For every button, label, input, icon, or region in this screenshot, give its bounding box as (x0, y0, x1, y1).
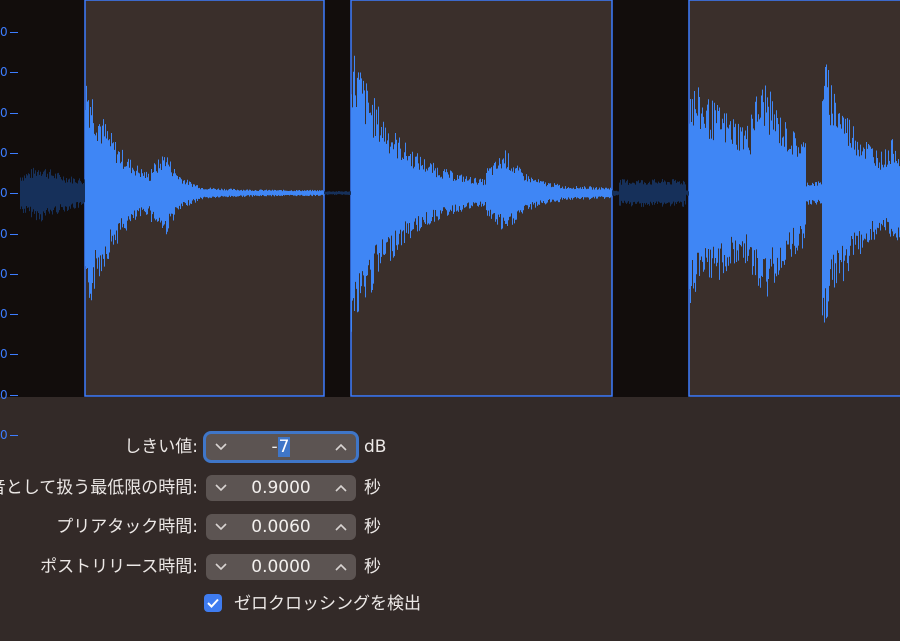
chevron-down-icon[interactable] (208, 434, 234, 460)
chevron-up-icon[interactable] (328, 514, 354, 540)
axis-tick-mark (10, 72, 18, 74)
axis-tick-mark (10, 112, 18, 114)
chevron-up-icon[interactable] (328, 475, 354, 501)
chevron-down-icon[interactable] (208, 554, 234, 580)
zero-crossing-label[interactable]: ゼロクロッシングを検出 (234, 592, 421, 616)
min-time-value[interactable]: 0.9000 (236, 475, 326, 501)
axis-tick-mark (10, 152, 18, 154)
threshold-unit: dB (364, 437, 387, 457)
axis-tick-mark (10, 233, 18, 235)
min-time-row: 音として扱う最低限の時間: 0.9000 秒 (0, 473, 900, 503)
checkmark-icon (207, 598, 219, 608)
pre-attack-label: プリアタック時間: (56, 517, 198, 537)
post-release-row: ポストリリース時間: 0.0000 秒 (0, 552, 900, 582)
pre-attack-row: プリアタック時間: 0.0060 秒 (0, 512, 900, 542)
zero-crossing-checkbox[interactable] (204, 594, 222, 612)
pre-attack-stepper[interactable]: 0.0060 (206, 514, 356, 540)
post-release-value[interactable]: 0.0000 (236, 554, 326, 580)
threshold-row: しきい値: -7 dB (0, 431, 900, 463)
chevron-down-icon[interactable] (208, 514, 234, 540)
pre-attack-unit: 秒 (364, 517, 381, 537)
post-release-unit: 秒 (364, 557, 381, 577)
chevron-up-icon[interactable] (328, 434, 354, 460)
min-time-stepper[interactable]: 0.9000 (206, 475, 356, 501)
axis-tick-mark (10, 32, 18, 33)
axis-tick-mark (10, 354, 18, 356)
threshold-label: しきい値: (124, 437, 198, 457)
threshold-value[interactable]: -7 (236, 434, 326, 460)
min-time-unit: 秒 (364, 478, 381, 498)
pre-attack-value[interactable]: 0.0060 (236, 514, 326, 540)
post-release-stepper[interactable]: 0.0000 (206, 554, 356, 580)
chevron-down-icon[interactable] (208, 475, 234, 501)
waveform-svg (20, 0, 900, 397)
threshold-value-selected: 7 (277, 437, 291, 457)
threshold-stepper[interactable]: -7 (203, 431, 359, 463)
chevron-up-icon[interactable] (328, 554, 354, 580)
min-time-label: 音として扱う最低限の時間: (0, 478, 198, 498)
waveform-display[interactable] (0, 0, 900, 397)
post-release-label: ポストリリース時間: (40, 557, 198, 577)
axis-tick-mark (10, 394, 18, 396)
axis-tick-mark (10, 193, 18, 195)
axis-tick-mark (10, 273, 18, 275)
axis-tick-mark (10, 314, 18, 316)
